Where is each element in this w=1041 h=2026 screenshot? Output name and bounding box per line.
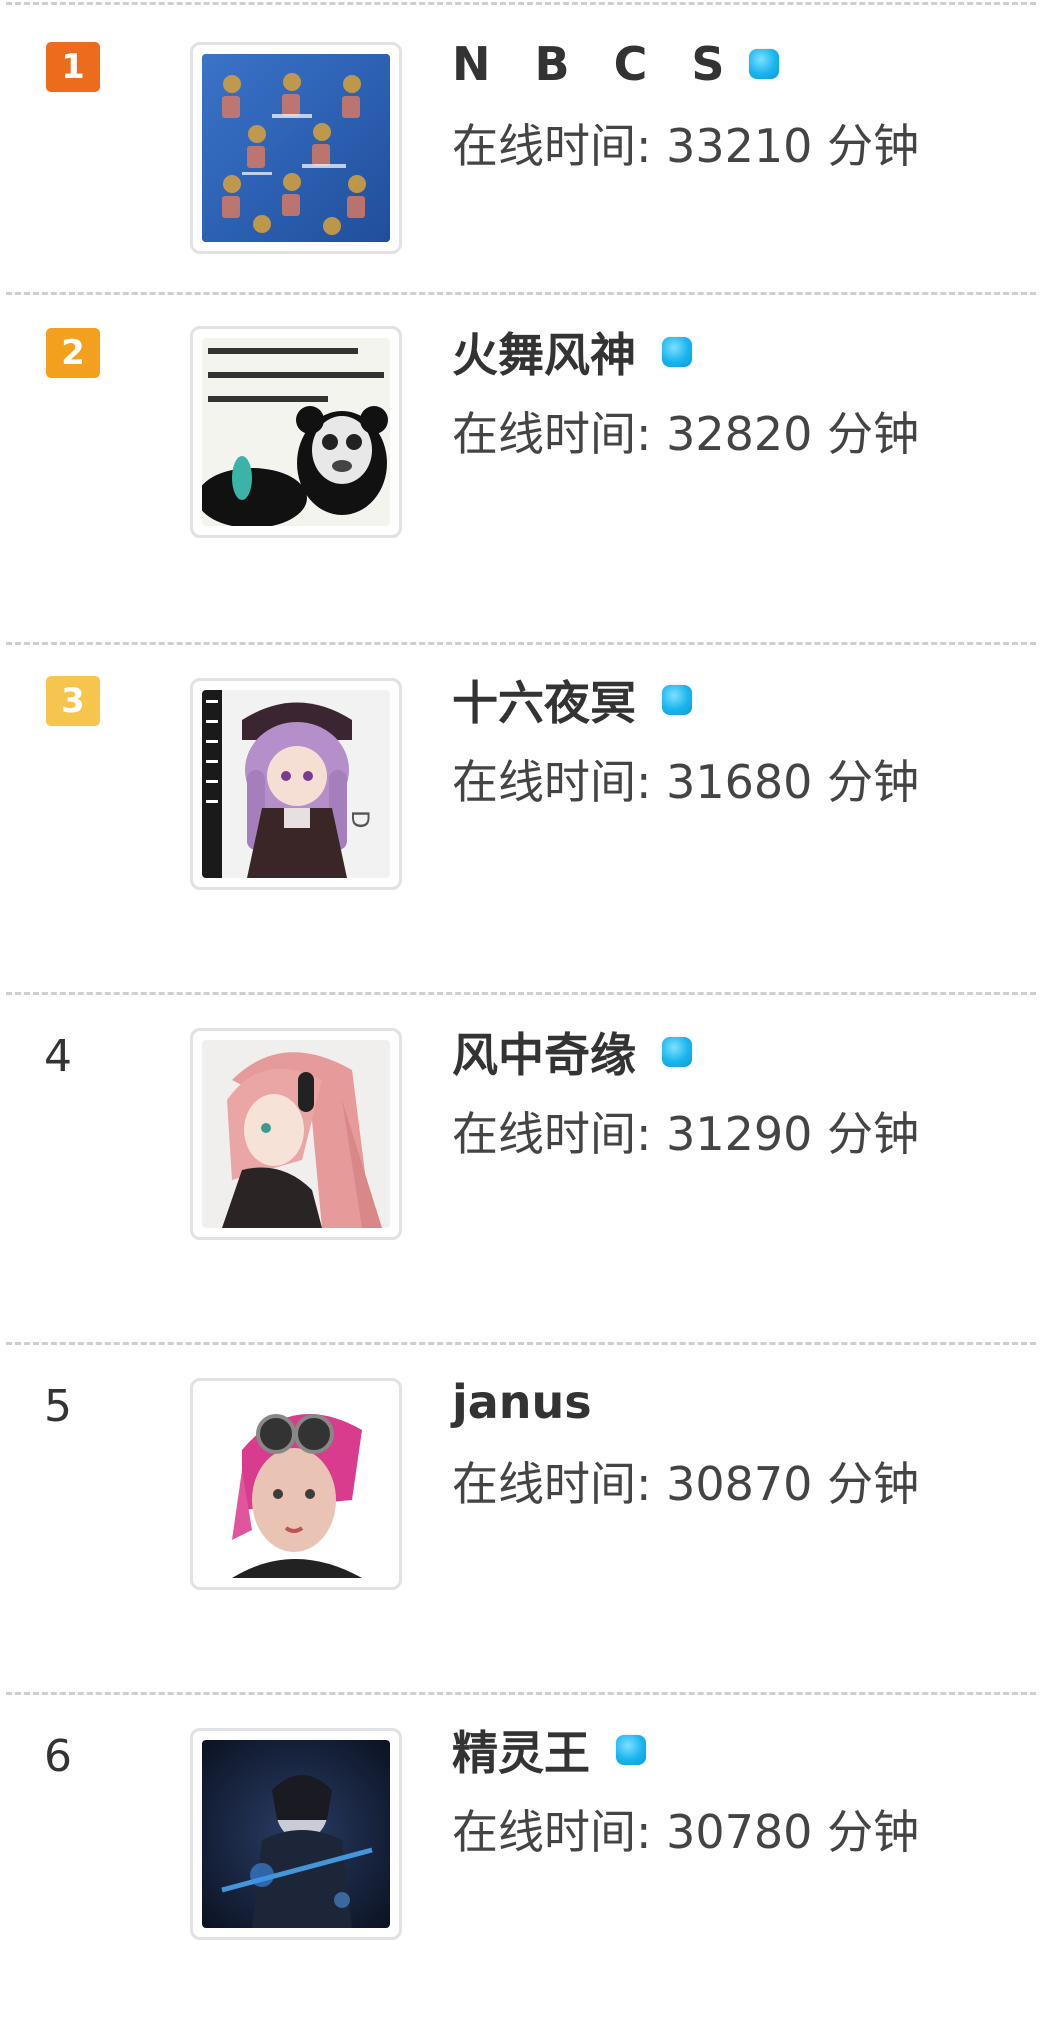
list-item[interactable]: 6 精灵王 在线时间: 30780 分钟 bbox=[0, 1696, 1041, 2026]
divider bbox=[6, 642, 1036, 645]
user-name[interactable]: 精灵王 bbox=[452, 1717, 590, 1783]
online-status-icon bbox=[662, 1037, 692, 1067]
user-name-line: N B C S bbox=[452, 34, 779, 94]
rank-badge: 2 bbox=[46, 328, 100, 378]
pink-hair-goggles-avatar-image bbox=[202, 1390, 390, 1578]
avatar[interactable] bbox=[190, 1728, 402, 1940]
rank-number: 5 bbox=[44, 1381, 72, 1432]
divider bbox=[6, 1342, 1036, 1345]
user-name[interactable]: 火舞风神 bbox=[452, 319, 636, 385]
user-name[interactable]: 十六夜冥 bbox=[452, 667, 636, 733]
divider bbox=[6, 1692, 1036, 1695]
list-item[interactable]: 5 janus 在线时间: 30870 分钟 bbox=[0, 1346, 1041, 1676]
user-name[interactable]: 风中奇缘 bbox=[452, 1019, 636, 1085]
user-name-line: 精灵王 bbox=[452, 1720, 646, 1780]
list-item[interactable]: 3 D 十六夜冥 在线时间: 31680 分钟 bbox=[0, 646, 1041, 976]
rank-badge: 1 bbox=[46, 42, 100, 92]
online-status-icon bbox=[662, 337, 692, 367]
anime-girl-purple-avatar-image: D bbox=[202, 690, 390, 878]
rank-number: 6 bbox=[44, 1731, 72, 1782]
online-time: 在线时间: 31290 分钟 bbox=[452, 1107, 920, 1161]
online-status-icon bbox=[748, 49, 779, 79]
user-name[interactable]: janus bbox=[452, 1375, 592, 1429]
online-time: 在线时间: 31680 分钟 bbox=[452, 755, 920, 809]
anime-girl-pink-hair-avatar-image bbox=[202, 1040, 390, 1228]
list-item[interactable]: 4 风中奇缘 在线时间: 31290 分钟 bbox=[0, 996, 1041, 1326]
user-name-line: 风中奇缘 bbox=[452, 1022, 692, 1082]
rank-number: 4 bbox=[44, 1031, 72, 1082]
blue-pattern-avatar-image bbox=[202, 54, 390, 242]
online-status-icon bbox=[616, 1735, 646, 1765]
avatar[interactable] bbox=[190, 1028, 402, 1240]
online-time: 在线时间: 33210 分钟 bbox=[452, 119, 920, 173]
divider bbox=[6, 2, 1036, 5]
user-name-line: 火舞风神 bbox=[452, 322, 692, 382]
avatar[interactable] bbox=[190, 42, 402, 254]
avatar[interactable]: D bbox=[190, 678, 402, 890]
dark-warrior-avatar-image bbox=[202, 1740, 390, 1928]
user-name[interactable]: N B C S bbox=[452, 37, 739, 91]
divider bbox=[6, 992, 1036, 995]
user-name-line: janus bbox=[452, 1372, 592, 1432]
panda-meme-avatar-image bbox=[202, 338, 390, 526]
list-item[interactable]: 1 N B C S 在线时间: 33210 分钟 bbox=[0, 6, 1041, 336]
online-time: 在线时间: 30780 分钟 bbox=[452, 1805, 920, 1859]
online-time: 在线时间: 32820 分钟 bbox=[452, 407, 920, 461]
divider bbox=[6, 292, 1036, 295]
user-name-line: 十六夜冥 bbox=[452, 670, 692, 730]
online-status-icon bbox=[662, 685, 692, 715]
online-time: 在线时间: 30870 分钟 bbox=[452, 1457, 920, 1511]
svg-text:D: D bbox=[346, 810, 374, 828]
avatar[interactable] bbox=[190, 1378, 402, 1590]
avatar[interactable] bbox=[190, 326, 402, 538]
rank-badge: 3 bbox=[46, 676, 100, 726]
list-item[interactable]: 2 火舞风神 在线时间: 32820 分钟 bbox=[0, 296, 1041, 626]
